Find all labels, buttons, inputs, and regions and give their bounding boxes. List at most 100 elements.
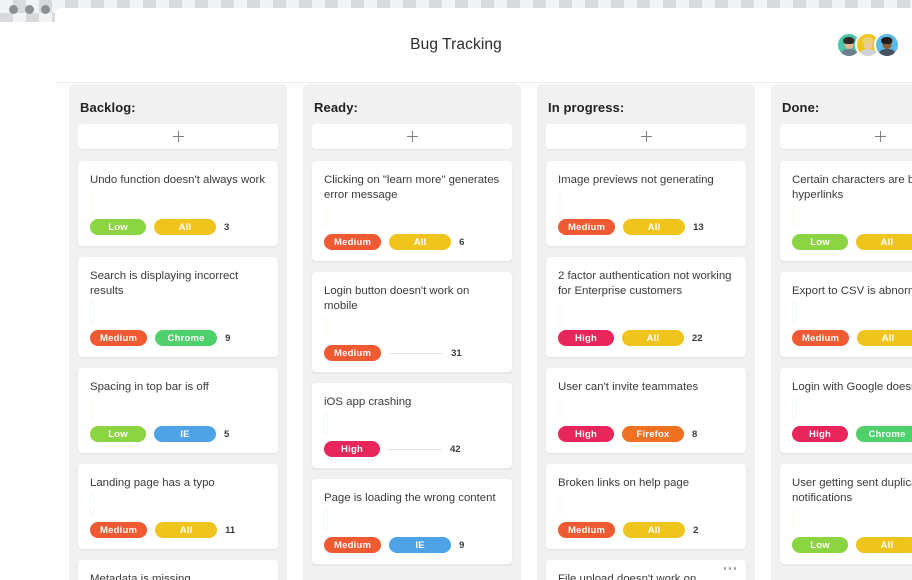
minimize-icon[interactable] xyxy=(25,5,34,14)
priority-badge[interactable]: Medium xyxy=(558,522,616,538)
avatar xyxy=(792,509,796,530)
card-assignee[interactable] xyxy=(90,398,266,419)
card-tag-row: HighChrome27 xyxy=(792,426,912,442)
browser-badge[interactable]: All xyxy=(857,330,912,346)
card-assignee[interactable] xyxy=(324,413,500,434)
browser-badge[interactable]: All xyxy=(155,522,218,538)
window-traffic-lights xyxy=(9,5,50,14)
card-assignee[interactable] xyxy=(324,317,500,338)
bug-card[interactable]: Landing page has a typo Medium All 11 xyxy=(78,464,278,549)
priority-badge[interactable]: Medium xyxy=(558,219,616,235)
priority-badge[interactable]: High xyxy=(558,426,614,442)
plus-icon xyxy=(640,131,652,142)
add-card-button[interactable] xyxy=(78,124,278,149)
close-icon[interactable] xyxy=(9,5,18,14)
bug-card[interactable]: Undo function doesn't always work Low All 3 xyxy=(78,161,278,246)
card-assignee[interactable] xyxy=(792,509,912,530)
browser-badge[interactable]: All xyxy=(154,219,216,235)
header-avatar-group[interactable] xyxy=(836,32,900,58)
avatar-hair xyxy=(881,37,893,44)
bug-card[interactable]: Metadata is missing xyxy=(78,560,278,580)
browser-badge[interactable]: All xyxy=(389,234,452,250)
column-title: Backlog: xyxy=(80,100,136,115)
browser-badge[interactable]: All xyxy=(623,219,686,235)
page-title: Bug Tracking xyxy=(410,36,502,53)
card-title: Page is loading the wrong content xyxy=(324,492,496,504)
plus-icon xyxy=(172,131,184,142)
priority-badge[interactable]: Medium xyxy=(90,330,148,346)
priority-badge[interactable]: High xyxy=(324,441,380,457)
browser-badge[interactable]: All xyxy=(856,537,912,553)
browser-badge[interactable]: Firefox xyxy=(622,426,684,442)
column-title: Done: xyxy=(782,100,820,115)
avatar xyxy=(324,317,328,338)
card-count: 3 xyxy=(224,221,230,233)
bug-card[interactable]: Export to CSV is abnormally slow Medium Al… xyxy=(780,272,912,357)
bug-card[interactable]: Search is displaying incorrect results Me… xyxy=(78,257,278,357)
card-title: Login button doesn't work on mobile xyxy=(324,285,470,312)
bug-card[interactable]: Login button doesn't work on mobile Mediu… xyxy=(312,272,512,372)
browser-badge[interactable]: All xyxy=(622,330,684,346)
card-count: 22 xyxy=(692,332,703,344)
card-assignee[interactable] xyxy=(558,494,734,515)
priority-badge[interactable]: High xyxy=(558,330,614,346)
bug-card[interactable]: File upload doesn't work on Chrome xyxy=(546,560,746,580)
priority-badge[interactable]: Low xyxy=(792,234,848,250)
browser-badge[interactable]: IE xyxy=(154,426,216,442)
card-title: Certain characters are breaking hyperlin… xyxy=(792,174,912,201)
card-assignee[interactable] xyxy=(90,191,266,212)
bug-card[interactable]: 2 factor authentication not working for … xyxy=(546,257,746,357)
priority-badge[interactable]: Medium xyxy=(324,537,382,553)
priority-badge[interactable]: High xyxy=(792,426,848,442)
browser-badge[interactable]: IE xyxy=(389,537,452,553)
bug-card[interactable]: Login with Google doesn't work High Chrome… xyxy=(780,368,912,453)
bug-card[interactable]: User getting sent duplicate notification… xyxy=(780,464,912,564)
card-tag-row: Medium All 2 xyxy=(558,522,734,538)
priority-badge[interactable]: Low xyxy=(90,219,146,235)
bug-card[interactable]: User can't invite teammates High Firefox 8 xyxy=(546,368,746,453)
app-window: Bug Tracking Backlog: Undo function doesn… xyxy=(55,8,912,580)
add-card-button[interactable] xyxy=(780,124,912,149)
maximize-icon[interactable] xyxy=(41,5,50,14)
card-overflow-menu-icon[interactable] xyxy=(723,567,736,570)
card-assignee[interactable] xyxy=(324,509,500,530)
card-assignee[interactable] xyxy=(792,398,912,419)
card-tag-row: High All 22 xyxy=(558,330,734,346)
card-title: Search is displaying incorrect results xyxy=(90,270,239,297)
card-assignee[interactable] xyxy=(792,206,912,227)
priority-badge[interactable]: Medium xyxy=(90,522,148,538)
bug-card[interactable]: Page is loading the wrong content Medium I… xyxy=(312,479,512,564)
browser-badge[interactable]: Chrome xyxy=(856,426,912,442)
card-count: 2 xyxy=(693,524,699,536)
bug-card[interactable]: Certain characters are breaking hyperlin… xyxy=(780,161,912,261)
priority-badge[interactable]: Medium xyxy=(324,234,382,250)
card-assignee[interactable] xyxy=(558,191,734,212)
browser-badge[interactable]: All xyxy=(623,522,686,538)
bug-card[interactable]: Clicking on "learn more" generates error… xyxy=(312,161,512,261)
add-card-button[interactable] xyxy=(312,124,512,149)
card-assignee[interactable] xyxy=(90,494,266,515)
priority-badge[interactable]: Low xyxy=(792,537,848,553)
priority-badge[interactable]: Medium xyxy=(792,330,850,346)
priority-badge[interactable]: Medium xyxy=(324,345,382,361)
bug-card[interactable]: Broken links on help page Medium All 2 xyxy=(546,464,746,549)
card-title: File upload doesn't work on Chrome xyxy=(558,573,697,580)
browser-badge[interactable]: Chrome xyxy=(155,330,218,346)
avatar xyxy=(90,302,94,323)
add-card-button[interactable] xyxy=(546,124,746,149)
plus-icon xyxy=(874,131,886,142)
card-assignee[interactable] xyxy=(558,398,734,419)
browser-badge[interactable]: All xyxy=(856,234,912,250)
priority-badge[interactable]: Low xyxy=(90,426,146,442)
card-tag-row: Medium All 13 xyxy=(558,219,734,235)
card-assignee[interactable] xyxy=(792,302,912,323)
card-assignee[interactable] xyxy=(558,302,734,323)
avatar[interactable] xyxy=(874,32,900,58)
card-assignee[interactable] xyxy=(90,302,266,323)
bug-card[interactable]: Spacing in top bar is off Low IE 5 xyxy=(78,368,278,453)
avatar xyxy=(558,494,562,515)
card-assignee[interactable] xyxy=(324,206,500,227)
empty-tag-placeholder xyxy=(389,352,444,354)
bug-card[interactable]: Image previews not generating Medium All 13 xyxy=(546,161,746,246)
bug-card[interactable]: iOS app crashing High 42 xyxy=(312,383,512,468)
